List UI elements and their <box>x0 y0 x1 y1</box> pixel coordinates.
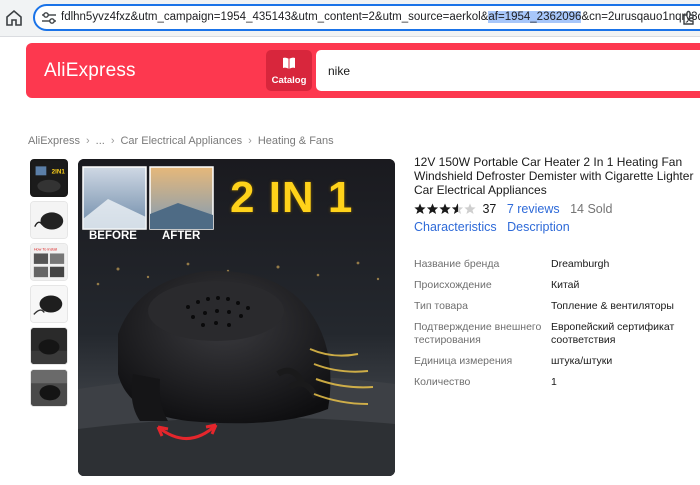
catalog-label: Catalog <box>271 75 307 86</box>
tab-characteristics[interactable]: Characteristics <box>414 220 497 234</box>
empty-star-icon <box>464 203 476 214</box>
spec-key: Название бренда <box>414 258 500 270</box>
thumbnail-6[interactable] <box>30 369 68 407</box>
thumbnail-1[interactable]: 2IN1 <box>30 159 68 197</box>
breadcrumb-item-home[interactable]: AliExpress <box>28 135 80 147</box>
spec-key: Единица измерения <box>414 355 513 367</box>
extensions-icon[interactable] <box>681 10 697 26</box>
spec-key: Количество <box>414 376 471 388</box>
spec-row: Количество 1 <box>414 376 694 389</box>
sold-count: 14 Sold <box>570 201 613 216</box>
before-label: BEFORE <box>89 230 137 242</box>
thumbnail-5[interactable] <box>30 327 68 365</box>
spec-row: Подтверждение внешнего тестирования Евро… <box>414 321 694 347</box>
home-icon[interactable] <box>4 8 24 28</box>
catalog-button[interactable]: Catalog <box>266 50 312 91</box>
breadcrumb-item-subcategory[interactable]: Heating & Fans <box>258 135 334 147</box>
spec-row: Единица измерения штука/штуки <box>414 355 694 368</box>
half-star-icon <box>451 203 464 214</box>
search-input[interactable] <box>316 50 700 91</box>
url-selected-segment: af=1954_2362096 <box>488 11 582 23</box>
address-bar[interactable]: fdlhn5yvz4fxz&utm_campaign=1954_435143&u… <box>33 4 700 31</box>
spec-value: штука/штуки <box>551 355 613 367</box>
thumbnail-3[interactable]: How To Install <box>30 243 68 281</box>
breadcrumb-separator: › <box>85 135 90 147</box>
spec-key: Происхождение <box>414 279 492 291</box>
rating-value: 37 <box>482 201 497 216</box>
spec-row: Происхождение Китай <box>414 279 694 292</box>
site-header: AliExpress Catalog <box>26 43 700 98</box>
rating-row: 37 7 reviews 14 Sold <box>414 200 612 216</box>
spec-key: Подтверждение внешнего тестирования <box>414 321 542 346</box>
reviews-link[interactable]: 7 reviews <box>507 202 560 216</box>
product-title: 12V 150W Portable Car Heater 2 In 1 Heat… <box>414 155 694 197</box>
breadcrumb-separator: › <box>110 135 115 147</box>
thumbnail-list: 2IN1 How To Install <box>30 159 70 411</box>
tab-description[interactable]: Description <box>507 220 570 234</box>
spec-key: Тип товара <box>414 300 468 312</box>
breadcrumb-item-ellipsis[interactable]: ... <box>96 135 105 147</box>
star-icon <box>426 203 439 214</box>
star-icon <box>414 203 426 214</box>
star-rating <box>414 203 476 214</box>
spec-value: Топление & вентиляторы <box>551 300 674 312</box>
after-label: AFTER <box>162 230 201 242</box>
spec-value: 1 <box>551 376 557 388</box>
breadcrumb: AliExpress ›... › Car Electrical Appliances… <box>28 135 334 147</box>
specifications-table: Название бренда Dreamburgh Происхождение… <box>414 258 694 397</box>
spec-row: Название бренда Dreamburgh <box>414 258 694 271</box>
url-text[interactable]: fdlhn5yvz4fxz&utm_campaign=1954_435143&u… <box>61 11 700 23</box>
thumbnail-4[interactable] <box>30 285 68 323</box>
star-icon <box>439 203 451 214</box>
url-segment: fdlhn5yvz4fxz&utm_campaign=1954_435143&u… <box>61 11 489 23</box>
hero-headline: 2 IN 1 <box>230 173 354 222</box>
book-icon <box>283 57 295 69</box>
svg-text:2IN1: 2IN1 <box>52 169 66 176</box>
spec-value: Китай <box>551 279 580 291</box>
breadcrumb-separator: › <box>248 135 252 147</box>
site-settings-icon[interactable] <box>41 11 57 25</box>
thumbnail-2[interactable] <box>30 201 68 239</box>
product-tabs: Characteristics Description <box>414 218 576 236</box>
spec-value: Dreamburgh <box>551 258 610 270</box>
browser-toolbar: fdlhn5yvz4fxz&utm_campaign=1954_435143&u… <box>0 0 700 37</box>
svg-text:How To Install: How To Install <box>34 248 58 252</box>
spec-value: Европейский сертификат соответствия <box>551 321 675 346</box>
aliexpress-logo[interactable]: AliExpress <box>44 60 136 82</box>
breadcrumb-item-category[interactable]: Car Electrical Appliances <box>120 135 242 147</box>
spec-row: Тип товара Топление & вентиляторы <box>414 300 694 313</box>
product-main-image[interactable]: 2 IN 1 BEFORE AFTER <box>78 159 395 476</box>
